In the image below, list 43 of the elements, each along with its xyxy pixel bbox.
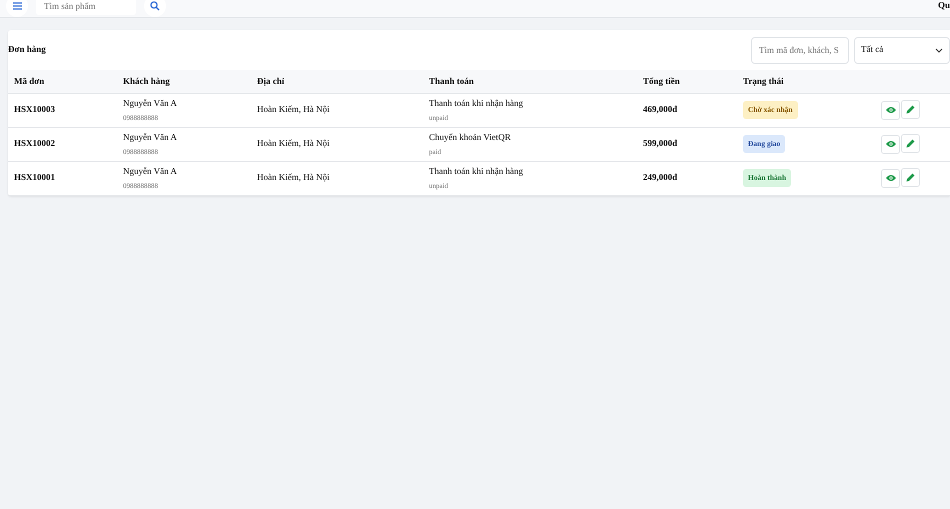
search-button[interactable] — [144, 0, 166, 17]
search-field[interactable]: Tìm sản phẩm — [36, 0, 136, 15]
eye-icon — [886, 174, 896, 182]
edit-button[interactable] — [901, 168, 920, 188]
chevron-down-icon — [935, 48, 943, 52]
column-header: Mã đơn — [14, 76, 44, 86]
column-header: Địa chỉ — [257, 76, 284, 86]
payment-method: Thanh toán khi nhận hàng — [429, 165, 524, 178]
payment-method: Chuyển khoản VietQR — [429, 131, 512, 144]
column-header: Tổng tiền — [643, 76, 680, 86]
view-button[interactable] — [881, 134, 900, 154]
address-text: Hoàn Kiếm, Hà Nội — [257, 172, 330, 182]
search-icon — [150, 1, 160, 11]
column-header: Thanh toán — [429, 76, 474, 86]
eye-icon — [886, 106, 896, 114]
customer-name: Nguyễn Văn A — [123, 165, 178, 178]
edit-button[interactable] — [901, 100, 920, 120]
view-button[interactable] — [881, 168, 900, 188]
status-filter-select[interactable]: Tất cả — [854, 36, 950, 64]
order-id: HSX10002 — [14, 138, 56, 148]
order-search-field[interactable]: Tìm mã đơn, khách, S — [751, 36, 849, 64]
address-text: Hoàn Kiếm, Hà Nội — [257, 138, 330, 148]
pencil-icon — [906, 173, 915, 182]
order-id: HSX10001 — [14, 172, 56, 182]
view-button[interactable] — [881, 100, 900, 120]
eye-icon — [886, 140, 896, 148]
column-header: Khách hàng — [123, 76, 170, 86]
menu-icon — [12, 2, 22, 10]
order-total: 599,000đ — [643, 138, 678, 148]
payment-method: Thanh toán khi nhận hàng — [429, 97, 524, 110]
order-total: 469,000đ — [643, 104, 678, 114]
customer-name: Nguyễn Văn A — [123, 97, 178, 110]
edit-button[interactable] — [901, 134, 920, 154]
menu-button[interactable] — [6, 0, 28, 17]
header-text: Qu — [938, 0, 950, 12]
address-text: Hoàn Kiếm, Hà Nội — [257, 104, 330, 114]
customer-name: Nguyễn Văn A — [123, 131, 178, 144]
order-total: 249,000đ — [643, 172, 678, 182]
page-title: Đơn hàng — [8, 43, 47, 56]
column-header: Trạng thái — [743, 76, 784, 86]
pencil-icon — [906, 105, 915, 114]
order-id: HSX10003 — [14, 104, 56, 114]
pencil-icon — [906, 139, 915, 148]
